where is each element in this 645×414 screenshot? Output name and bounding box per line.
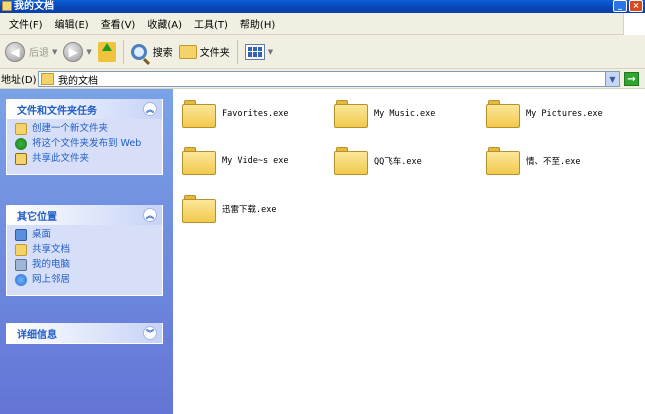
network-icon bbox=[15, 274, 27, 286]
toolbar-separator bbox=[236, 39, 238, 64]
details-panel: 详细信息 ︾ bbox=[6, 323, 163, 344]
my-documents-icon bbox=[41, 73, 54, 85]
file-name: 情、不至.exe bbox=[526, 157, 581, 167]
folder-icon bbox=[182, 147, 216, 175]
chevron-down-icon: ▼ bbox=[267, 47, 274, 56]
other-places-panel: 其它位置 ︽ 桌面 共享文档 我的电脑 网上邻居 bbox=[6, 205, 163, 296]
address-bar: 地址(D) 我的文档 ▼ → bbox=[0, 69, 645, 89]
forward-button[interactable]: ▶ ▼ bbox=[60, 39, 94, 65]
minimize-button[interactable]: _ bbox=[613, 0, 627, 12]
place-shared-documents[interactable]: 共享文档 bbox=[15, 244, 156, 256]
menu-favorites[interactable]: 收藏(A) bbox=[141, 16, 188, 31]
task-label: 将这个文件夹发布到 Web bbox=[32, 138, 142, 149]
task-new-folder[interactable]: 创建一个新文件夹 bbox=[15, 123, 156, 135]
back-button[interactable]: ◀ 后退 ▼ bbox=[2, 39, 60, 65]
folder-icon bbox=[334, 100, 368, 128]
place-my-computer[interactable]: 我的电脑 bbox=[15, 259, 156, 271]
close-button[interactable]: × bbox=[629, 0, 643, 12]
window-title: 我的文档 bbox=[14, 1, 54, 12]
folder-icon bbox=[178, 44, 197, 59]
chevron-down-icon[interactable]: ▼ bbox=[605, 72, 619, 86]
file-item[interactable]: My Vide~s exe bbox=[182, 147, 289, 175]
up-folder-icon bbox=[97, 41, 116, 62]
folders-button[interactable]: 文件夹 bbox=[176, 39, 233, 65]
views-button[interactable]: ▼ bbox=[242, 39, 276, 65]
file-list: Favorites.exe My Music.exe My Pictures.e… bbox=[173, 89, 645, 414]
address-input[interactable]: 我的文档 ▼ bbox=[38, 71, 620, 87]
go-button[interactable]: → bbox=[624, 72, 639, 86]
chevron-down-icon: ▼ bbox=[52, 47, 58, 56]
task-pane: 文件和文件夹任务 ︽ 创建一个新文件夹 将这个文件夹发布到 Web 共享此文件夹… bbox=[0, 89, 173, 414]
search-label: 搜索 bbox=[152, 48, 173, 59]
title-bar: 我的文档 _ × bbox=[0, 0, 645, 13]
computer-icon bbox=[15, 259, 27, 271]
chevron-down-icon: ▼ bbox=[86, 47, 92, 56]
folder-icon bbox=[334, 147, 368, 175]
folders-label: 文件夹 bbox=[199, 48, 230, 59]
address-value: 我的文档 bbox=[58, 75, 98, 87]
file-item[interactable]: My Pictures.exe bbox=[486, 100, 603, 128]
views-icon bbox=[244, 43, 265, 60]
publish-web-icon bbox=[15, 138, 27, 150]
place-label: 网上邻居 bbox=[32, 274, 71, 285]
task-label: 创建一个新文件夹 bbox=[32, 123, 109, 134]
place-desktop[interactable]: 桌面 bbox=[15, 229, 156, 241]
toolbar: ◀ 后退 ▼ ▶ ▼ 搜索 文件夹 ▼ bbox=[0, 35, 645, 69]
panel-title: 其它位置 bbox=[17, 211, 57, 223]
menu-file[interactable]: 文件(F) bbox=[3, 16, 49, 31]
address-label: 地址(D) bbox=[1, 75, 37, 86]
back-label: 后退 bbox=[29, 48, 49, 59]
menu-help[interactable]: 帮助(H) bbox=[234, 16, 281, 31]
file-name: My Music.exe bbox=[374, 109, 436, 119]
task-publish-web[interactable]: 将这个文件夹发布到 Web bbox=[15, 138, 156, 150]
folder-icon bbox=[182, 100, 216, 128]
file-tasks-panel: 文件和文件夹任务 ︽ 创建一个新文件夹 将这个文件夹发布到 Web 共享此文件夹 bbox=[6, 99, 163, 175]
details-header[interactable]: 详细信息 ︾ bbox=[7, 323, 162, 343]
new-folder-icon bbox=[15, 123, 27, 135]
up-folder-button[interactable] bbox=[95, 39, 119, 65]
share-folder-icon bbox=[15, 153, 27, 165]
file-tasks-header[interactable]: 文件和文件夹任务 ︽ bbox=[7, 99, 162, 119]
toolbar-separator bbox=[122, 39, 124, 64]
search-icon bbox=[130, 43, 147, 60]
file-name: Favorites.exe bbox=[222, 109, 289, 119]
forward-arrow-icon: ▶ bbox=[63, 41, 84, 62]
file-item[interactable]: 迅雷下载.exe bbox=[182, 195, 276, 223]
file-item[interactable]: 情、不至.exe bbox=[486, 147, 580, 175]
place-label: 我的电脑 bbox=[32, 259, 71, 270]
file-name: QQ飞车.exe bbox=[374, 157, 422, 167]
file-item[interactable]: My Music.exe bbox=[334, 100, 435, 128]
other-places-header[interactable]: 其它位置 ︽ bbox=[7, 205, 162, 225]
menu-tools[interactable]: 工具(T) bbox=[188, 16, 234, 31]
collapse-icon[interactable]: ︽ bbox=[143, 102, 157, 116]
file-item[interactable]: QQ飞车.exe bbox=[334, 147, 422, 175]
file-name: My Vide~s exe bbox=[222, 156, 289, 166]
file-item[interactable]: Favorites.exe bbox=[182, 100, 289, 128]
menu-bar: 文件(F) 编辑(E) 查看(V) 收藏(A) 工具(T) 帮助(H) bbox=[0, 13, 645, 35]
panel-title: 详细信息 bbox=[17, 329, 57, 341]
search-button[interactable]: 搜索 bbox=[128, 39, 176, 65]
collapse-icon[interactable]: ︽ bbox=[143, 208, 157, 222]
place-label: 桌面 bbox=[32, 229, 52, 240]
expand-icon[interactable]: ︾ bbox=[143, 326, 157, 340]
task-share-folder[interactable]: 共享此文件夹 bbox=[15, 153, 156, 165]
folder-icon bbox=[2, 1, 12, 11]
menu-view[interactable]: 查看(V) bbox=[95, 16, 142, 31]
place-label: 共享文档 bbox=[32, 244, 71, 255]
task-label: 共享此文件夹 bbox=[32, 153, 90, 164]
place-network[interactable]: 网上邻居 bbox=[15, 274, 156, 286]
folder-icon bbox=[182, 195, 216, 223]
folder-icon bbox=[486, 147, 520, 175]
file-name: 迅雷下载.exe bbox=[222, 205, 277, 215]
desktop-icon bbox=[15, 229, 27, 241]
shared-folder-icon bbox=[15, 244, 27, 256]
back-arrow-icon: ◀ bbox=[5, 41, 25, 62]
folder-icon bbox=[486, 100, 520, 128]
menu-edit[interactable]: 编辑(E) bbox=[49, 16, 95, 31]
windows-logo bbox=[623, 13, 645, 35]
file-name: My Pictures.exe bbox=[526, 109, 603, 119]
window-controls: _ × bbox=[613, 0, 643, 12]
panel-title: 文件和文件夹任务 bbox=[17, 105, 97, 117]
